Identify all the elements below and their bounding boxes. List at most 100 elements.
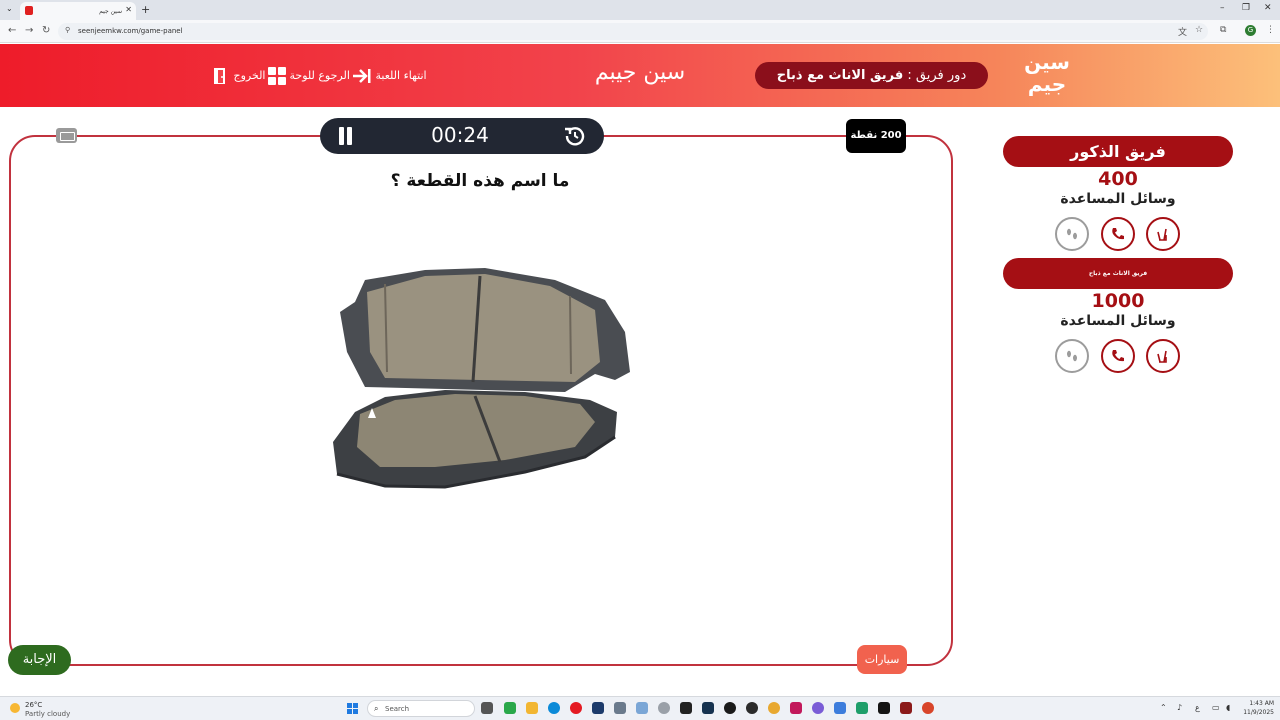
tray-overflow-icon[interactable]: ⌃	[1160, 703, 1167, 712]
site-title: سين جيبم	[594, 60, 686, 85]
phone-icon	[1112, 350, 1124, 362]
site-header: سين جيم دور فريق : فريق الاناث مع ذباح س…	[0, 44, 1280, 107]
site-info-icon[interactable]: ⚲	[65, 26, 70, 34]
url-bar[interactable]: ⚲ seenjeemkw.com/game-panel	[58, 23, 1208, 40]
translate-icon[interactable]: 文	[1178, 25, 1187, 38]
windows-start-icon[interactable]	[347, 703, 358, 714]
app-icon-11[interactable]	[922, 702, 934, 714]
weather-description: Partly cloudy	[25, 710, 71, 718]
mouse-cursor	[368, 408, 376, 418]
app-icon-4[interactable]	[724, 702, 736, 714]
network-icon[interactable]: ▭	[1212, 703, 1220, 712]
window-close-icon[interactable]: ✕	[1264, 3, 1272, 13]
address-bar-row: ← → ↻ ⚲ seenjeemkw.com/game-panel 文 ☆ ⧉ …	[0, 20, 1280, 43]
minimize-icon[interactable]: –	[1220, 3, 1225, 13]
browser-tabbar: ⌄ سين جيم ✕ + – ❐ ✕	[0, 0, 1280, 20]
browser-tab[interactable]: سين جيم ✕	[20, 2, 136, 20]
app-icon-5[interactable]	[746, 702, 758, 714]
taskbar-search[interactable]: ⌕ Search	[367, 700, 475, 717]
timer-display: 00:24	[431, 123, 489, 147]
team-2-two-fingers-aid-button[interactable]	[1146, 339, 1180, 373]
logo-line2: جيم	[1027, 72, 1067, 96]
turn-prefix: دور فريق :	[907, 68, 967, 83]
turn-team-name: فريق الاناث مع ذباح	[776, 68, 904, 83]
restore-icon[interactable]: ❐	[1242, 3, 1250, 13]
team-1-two-fingers-aid-button[interactable]	[1146, 217, 1180, 251]
file-explorer-icon[interactable]	[526, 702, 538, 714]
footsteps-icon	[1067, 350, 1077, 362]
exit-door-icon	[214, 68, 225, 84]
logo-line1: سين	[1024, 50, 1070, 74]
widgets-app-icon[interactable]	[504, 702, 516, 714]
capcut-app-icon[interactable]	[680, 702, 692, 714]
pause-icon[interactable]	[337, 127, 353, 145]
profile-avatar[interactable]: G	[1245, 25, 1256, 36]
forward-icon[interactable]: →	[25, 25, 33, 36]
team-2-name: فريق الاناث مع ذباح	[1003, 258, 1233, 289]
back-to-board-label: الرجوع للوحة	[289, 69, 350, 82]
app-icon-3[interactable]	[636, 702, 648, 714]
chrome-browser-icon[interactable]	[768, 702, 780, 714]
app-icon-10[interactable]	[900, 702, 912, 714]
extensions-icon[interactable]: ⧉	[1220, 25, 1226, 35]
category-badge: سيارات	[857, 645, 907, 674]
bookmark-star-icon[interactable]: ☆	[1195, 25, 1203, 35]
partly-cloudy-icon	[10, 703, 20, 713]
reset-timer-icon[interactable]	[564, 125, 586, 147]
volume-icon[interactable]: ◖	[1226, 703, 1230, 712]
board-grid-icon	[268, 67, 286, 85]
back-to-board-button[interactable]: الرجوع للوحة	[268, 66, 350, 86]
show-answer-button[interactable]: الإجابة	[8, 645, 71, 675]
app-icon-2[interactable]	[614, 702, 626, 714]
microphone-icon[interactable]: ♪	[1177, 703, 1182, 712]
site-logo[interactable]: سين جيم	[1022, 51, 1072, 101]
clock-date: 11/9/2025	[1243, 709, 1274, 716]
two-fingers-icon	[1157, 228, 1167, 241]
keyboard-icon[interactable]	[56, 128, 77, 143]
end-game-icon	[353, 69, 371, 83]
site-favicon-icon	[25, 6, 33, 15]
end-game-button[interactable]: انتهاء اللعبة	[352, 66, 427, 86]
taskbar-search-placeholder: Search	[385, 705, 410, 713]
language-icon[interactable]: ع	[1195, 703, 1200, 712]
team-2-footsteps-aid-button[interactable]	[1055, 339, 1089, 373]
exit-button[interactable]: الخروج	[212, 66, 266, 86]
team-1-score: 400	[1098, 168, 1138, 190]
end-game-label: انتهاء اللعبة	[375, 69, 427, 82]
current-turn-badge: دور فريق : فريق الاناث مع ذباح	[755, 62, 988, 89]
task-view-icon[interactable]	[481, 702, 493, 714]
tab-close-icon[interactable]: ✕	[125, 5, 132, 14]
timer-bar: 00:24	[320, 118, 604, 154]
opera-browser-icon[interactable]	[570, 702, 582, 714]
weather-temp: 26°C	[25, 701, 43, 709]
question-text: ما اسم هذه القطعة ؟	[390, 171, 570, 191]
app-icon-7[interactable]	[834, 702, 846, 714]
team-1-footsteps-aid-button[interactable]	[1055, 217, 1089, 251]
team-2-score: 1000	[1091, 290, 1145, 312]
system-clock[interactable]: 1:43 AM 11/9/2025	[1238, 699, 1274, 717]
reload-icon[interactable]: ↻	[42, 25, 50, 36]
app-icon-8[interactable]	[856, 702, 868, 714]
steam-app-icon[interactable]	[702, 702, 714, 714]
settings-gear-icon[interactable]	[658, 702, 670, 714]
team-2-phone-aid-button[interactable]	[1101, 339, 1135, 373]
team-1-phone-aid-button[interactable]	[1101, 217, 1135, 251]
back-icon[interactable]: ←	[8, 25, 16, 36]
edge-browser-icon[interactable]	[548, 702, 560, 714]
team-1-name: فريق الذكور	[1003, 136, 1233, 167]
new-tab-icon[interactable]: +	[141, 3, 150, 16]
search-icon: ⌕	[374, 704, 379, 713]
tab-list-icon[interactable]: ⌄	[6, 4, 13, 13]
app-icon-9[interactable]	[878, 702, 890, 714]
tab-title: سين جيم	[99, 8, 122, 15]
team-1-aids-label: وسائل المساعدة	[1060, 191, 1176, 207]
clock-time: 1:43 AM	[1249, 700, 1274, 707]
app-icon-6[interactable]	[790, 702, 802, 714]
app-icon-1[interactable]	[592, 702, 604, 714]
brake-pads-image	[333, 268, 630, 489]
messenger-app-icon[interactable]	[812, 702, 824, 714]
exit-label: الخروج	[233, 69, 266, 82]
browser-menu-icon[interactable]: ⋮	[1266, 25, 1275, 35]
footsteps-icon	[1067, 228, 1077, 240]
team-2-aids-label: وسائل المساعدة	[1060, 313, 1176, 329]
